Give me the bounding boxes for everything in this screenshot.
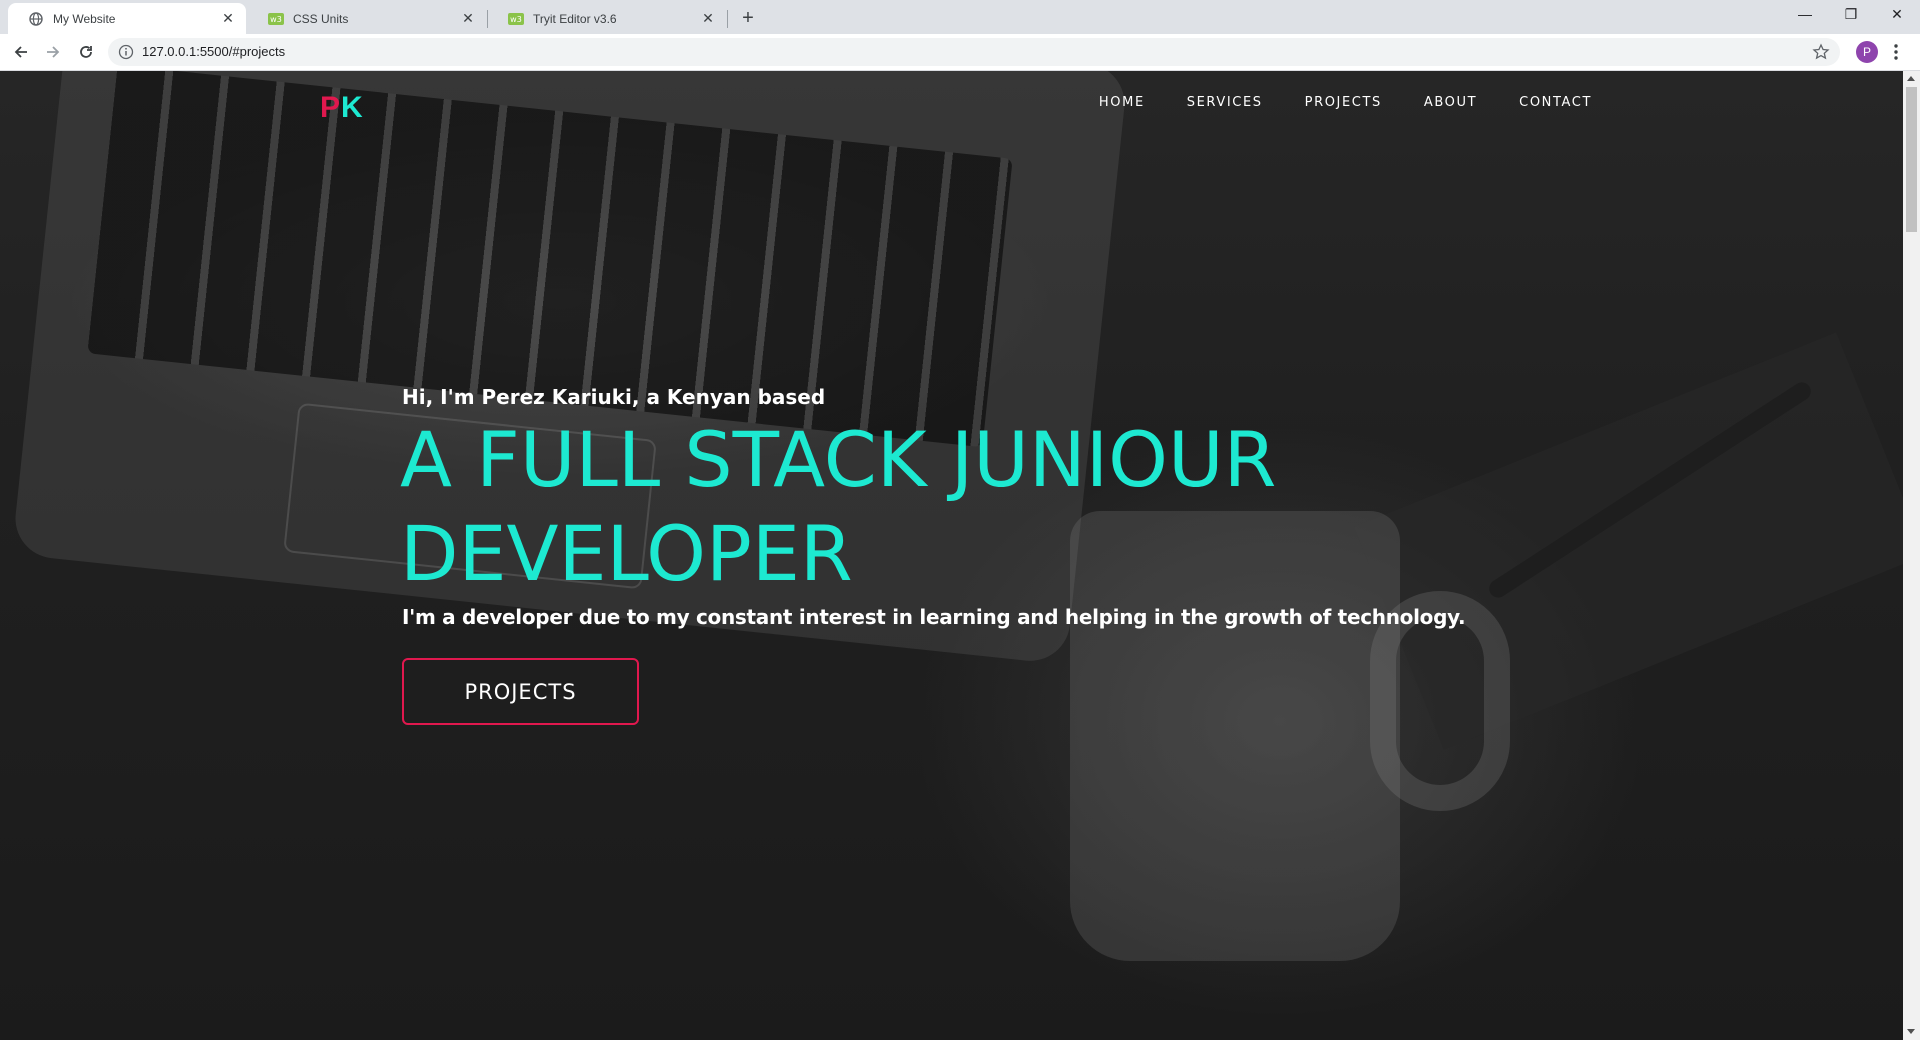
nav-services[interactable]: SERVICES <box>1187 95 1263 110</box>
close-tab-icon[interactable]: ✕ <box>220 10 236 26</box>
arrow-right-icon <box>47 46 60 58</box>
close-tab-icon[interactable]: ✕ <box>700 10 716 26</box>
browser-tab-bar: My Website ✕ w3 CSS Units ✕ w3 Tryit Edi… <box>0 0 1920 34</box>
minimize-button[interactable]: — <box>1782 0 1828 28</box>
tab-title: CSS Units <box>293 11 349 26</box>
window-close-button[interactable]: ✕ <box>1874 0 1920 28</box>
hero-headline: A FULL STACK JUNIOUR DEVELOPER <box>400 415 1277 598</box>
tab-title: Tryit Editor v3.6 <box>533 11 617 26</box>
nav-contact[interactable]: CONTACT <box>1519 95 1592 110</box>
profile-avatar[interactable]: P <box>1856 41 1878 63</box>
site-logo[interactable]: PK <box>320 91 364 125</box>
scroll-up-arrow-icon[interactable] <box>1907 76 1915 81</box>
svg-text:w3: w3 <box>270 15 282 24</box>
page-viewport: PK HOME SERVICES PROJECTS ABOUT CONTACT … <box>0 71 1903 1040</box>
tab-title: My Website <box>53 11 116 26</box>
restore-button[interactable]: ❐ <box>1828 0 1874 28</box>
reload-icon <box>80 46 92 58</box>
info-icon[interactable] <box>118 44 134 60</box>
svg-text:w3: w3 <box>510 15 522 24</box>
nav-home[interactable]: HOME <box>1099 95 1145 110</box>
hero-intro: Hi, I'm Perez Kariuki, a Kenyan based <box>402 385 826 409</box>
w3schools-icon: w3 <box>508 11 524 27</box>
scrollbar-thumb[interactable] <box>1906 87 1917 232</box>
tab-divider <box>727 10 728 28</box>
scroll-down-arrow-icon[interactable] <box>1907 1029 1915 1034</box>
reload-button[interactable] <box>74 40 98 64</box>
back-button[interactable] <box>9 40 33 64</box>
logo-letter-p: P <box>320 91 342 124</box>
page-scrollbar[interactable] <box>1903 71 1920 1040</box>
new-tab-button[interactable]: + <box>736 6 760 30</box>
nav-about[interactable]: ABOUT <box>1424 95 1477 110</box>
address-bar[interactable]: 127.0.0.1:5500/#projects <box>108 38 1840 66</box>
forward-button[interactable] <box>41 40 65 64</box>
globe-icon <box>28 11 44 27</box>
close-tab-icon[interactable]: ✕ <box>460 10 476 26</box>
hero-tagline: I'm a developer due to my constant inter… <box>402 605 1466 629</box>
tab-my-website[interactable]: My Website ✕ <box>8 3 246 34</box>
more-menu-icon[interactable] <box>1892 42 1900 62</box>
tab-css-units[interactable]: w3 CSS Units ✕ <box>248 3 486 34</box>
bookmark-star-icon[interactable] <box>1812 43 1830 61</box>
w3schools-icon: w3 <box>268 11 284 27</box>
url-text[interactable]: 127.0.0.1:5500/#projects <box>142 44 285 59</box>
tab-tryit-editor[interactable]: w3 Tryit Editor v3.6 ✕ <box>488 3 726 34</box>
arrow-left-icon <box>14 46 27 58</box>
logo-letter-k: K <box>341 91 364 124</box>
main-nav: HOME SERVICES PROJECTS ABOUT CONTACT <box>1057 95 1592 110</box>
browser-toolbar: 127.0.0.1:5500/#projects P <box>0 34 1920 71</box>
nav-projects[interactable]: PROJECTS <box>1305 95 1382 110</box>
projects-button[interactable]: PROJECTS <box>402 658 639 725</box>
